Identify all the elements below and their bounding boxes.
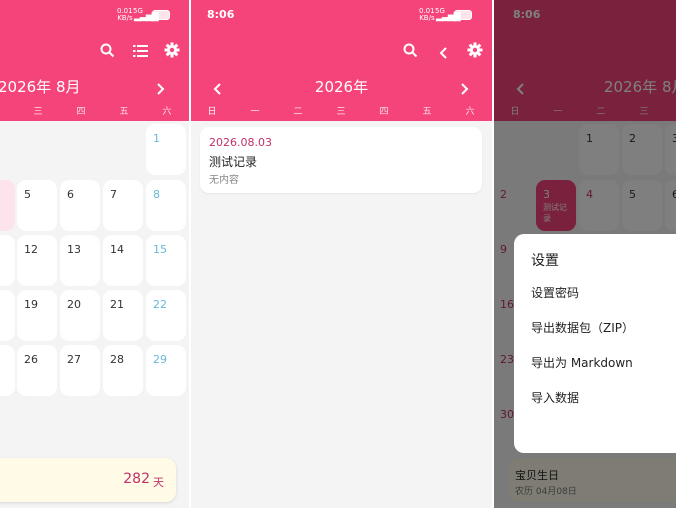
day-number: 12 — [24, 243, 38, 256]
day-number: 15 — [153, 243, 167, 256]
app-header: 8:06 0.01 KB/s 5G ▂▃▅▇ 2026年 日 一 二 三 四 五… — [191, 0, 492, 121]
weekday-label: 三 — [336, 107, 346, 117]
weekday-label: 三 — [33, 107, 43, 117]
day-number: 28 — [110, 353, 124, 366]
dialog-title: 设置 — [531, 253, 559, 269]
countdown-unit: 天 — [153, 476, 164, 489]
day-number: 14 — [110, 243, 124, 256]
settings-dialog: 设置 设置密码 导出数据包（ZIP） 导出为 Markdown 导入数据 — [514, 234, 676, 453]
export-zip-item[interactable]: 导出数据包（ZIP） — [531, 319, 634, 336]
countdown-value: 282 — [123, 471, 150, 487]
day-number: 29 — [153, 353, 167, 366]
search-icon[interactable] — [100, 43, 115, 62]
calendar-month-screen: 0.01 KB/s 5G ▂▃▅▇ 2026年 8月 三 四 五 六 1 5 6… — [0, 0, 189, 508]
search-icon[interactable] — [403, 43, 418, 62]
battery-icon — [454, 10, 472, 20]
day-number: 22 — [153, 298, 167, 311]
day-cell[interactable] — [0, 235, 15, 286]
battery-icon — [152, 10, 170, 20]
day-cell[interactable]: 5 — [17, 180, 57, 231]
day-number: 21 — [110, 298, 124, 311]
weekday-label: 四 — [76, 107, 86, 117]
gear-icon[interactable] — [467, 42, 483, 62]
year-records-screen: 8:06 0.01 KB/s 5G ▂▃▅▇ 2026年 日 一 二 三 四 五… — [191, 0, 492, 508]
year-title: 2026年 — [314, 78, 369, 96]
day-cell[interactable]: 19 — [17, 290, 57, 341]
day-cell[interactable]: 8 — [146, 180, 186, 231]
record-content: 无内容 — [209, 175, 239, 186]
list-icon[interactable] — [133, 43, 148, 62]
gear-icon[interactable] — [164, 42, 180, 62]
weekday-label: 四 — [379, 107, 389, 117]
weekday-label: 一 — [250, 107, 260, 117]
month-title: 2026年 8月 — [0, 78, 81, 96]
record-title: 测试记录 — [209, 155, 258, 169]
day-cell[interactable]: 22 — [146, 290, 186, 341]
status-time: 8:06 — [207, 8, 235, 21]
day-number: 7 — [110, 188, 117, 201]
network-speed: 0.01 KB/s — [419, 7, 435, 22]
day-number: 8 — [153, 188, 160, 201]
day-number: 20 — [67, 298, 81, 311]
import-data-item[interactable]: 导入数据 — [531, 389, 579, 406]
set-password-item[interactable]: 设置密码 — [531, 284, 579, 301]
record-date: 2026.08.03 — [209, 136, 272, 149]
day-cell[interactable] — [0, 290, 15, 341]
chevron-right-icon[interactable] — [157, 80, 165, 99]
settings-dialog-screen: 8:06 2026年 8月 日 一 二 三 1 2 3 2 3 测试记 录 4 … — [494, 0, 676, 508]
day-number: 5 — [24, 188, 31, 201]
day-cell[interactable]: 20 — [60, 290, 100, 341]
record-card[interactable]: 2026.08.03 测试记录 无内容 — [200, 127, 482, 193]
weekday-label: 日 — [207, 107, 217, 117]
day-cell[interactable]: 27 — [60, 345, 100, 396]
chevron-right-icon[interactable] — [461, 80, 469, 99]
day-number: 6 — [67, 188, 74, 201]
day-cell[interactable] — [0, 345, 15, 396]
weekday-label: 二 — [293, 107, 303, 117]
day-cell[interactable]: 29 — [146, 345, 186, 396]
day-number: 19 — [24, 298, 38, 311]
day-cell[interactable]: 28 — [103, 345, 143, 396]
day-cell[interactable]: 14 — [103, 235, 143, 286]
network-speed: 0.01 KB/s — [117, 7, 133, 22]
day-number: 27 — [67, 353, 81, 366]
day-number: 13 — [67, 243, 81, 256]
weekday-label: 五 — [119, 107, 129, 117]
weekday-label: 六 — [162, 107, 172, 117]
weekday-label: 五 — [422, 107, 432, 117]
day-cell[interactable]: 21 — [103, 290, 143, 341]
day-cell[interactable]: 12 — [17, 235, 57, 286]
day-cell[interactable]: 1 — [146, 124, 186, 175]
day-cell[interactable]: 26 — [17, 345, 57, 396]
app-header: 0.01 KB/s 5G ▂▃▅▇ 2026年 8月 三 四 五 六 — [0, 0, 189, 121]
export-markdown-item[interactable]: 导出为 Markdown — [531, 354, 633, 371]
day-cell[interactable]: 13 — [60, 235, 100, 286]
day-cell[interactable]: 6 — [60, 180, 100, 231]
day-cell[interactable]: 7 — [103, 180, 143, 231]
day-number: 26 — [24, 353, 38, 366]
chevron-left-icon[interactable] — [439, 44, 447, 63]
day-number: 1 — [153, 132, 160, 145]
day-cell[interactable]: 15 — [146, 235, 186, 286]
countdown-card[interactable]: 282 天 — [0, 458, 176, 502]
weekday-label: 六 — [465, 107, 475, 117]
day-cell[interactable] — [0, 180, 15, 231]
